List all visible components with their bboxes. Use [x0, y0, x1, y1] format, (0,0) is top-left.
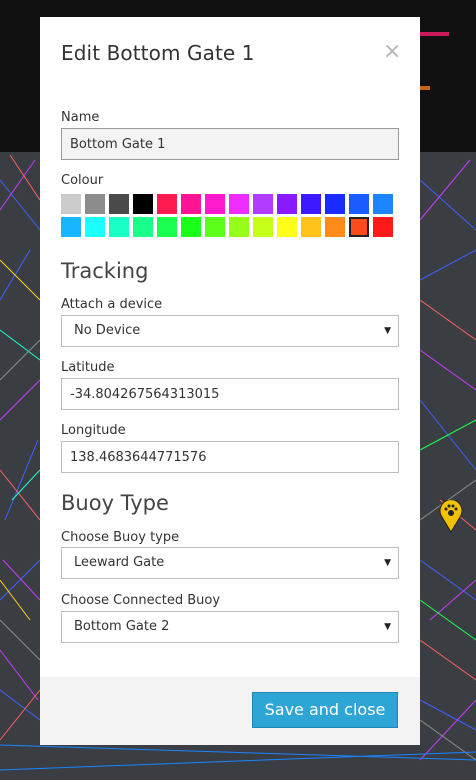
colour-swatch[interactable] [325, 194, 345, 214]
colour-swatch[interactable] [61, 217, 81, 237]
colour-swatch[interactable] [61, 194, 81, 214]
dialog-title: Edit Bottom Gate 1 [61, 41, 255, 65]
colour-swatch[interactable] [277, 194, 297, 214]
paw-marker-icon[interactable] [438, 500, 464, 534]
colour-swatch[interactable] [277, 217, 297, 237]
edit-buoy-dialog: Edit Bottom Gate 1 × Name Colour Trackin… [40, 17, 420, 745]
colour-swatch[interactable] [157, 194, 177, 214]
colour-swatch[interactable] [85, 194, 105, 214]
connected-buoy-label: Choose Connected Buoy [61, 593, 221, 608]
colour-swatch[interactable] [253, 217, 273, 237]
connected-buoy-select-value: Bottom Gate 2 [74, 619, 170, 634]
colour-swatch[interactable] [301, 194, 321, 214]
colour-swatch[interactable] [229, 217, 249, 237]
device-select-value: No Device [74, 323, 141, 338]
colour-swatch[interactable] [349, 194, 369, 214]
colour-swatch[interactable] [181, 194, 201, 214]
dialog-footer: Save and close [40, 677, 420, 745]
colour-swatch[interactable] [157, 217, 177, 237]
buoy-type-select-value: Leeward Gate [74, 555, 165, 570]
colour-swatch[interactable] [301, 217, 321, 237]
chevron-down-icon: ▼ [384, 622, 391, 632]
colour-swatch[interactable] [349, 217, 369, 237]
tracking-heading: Tracking [61, 259, 149, 283]
buoy-type-heading: Buoy Type [61, 491, 169, 515]
chevron-down-icon: ▼ [384, 326, 391, 336]
longitude-label: Longitude [61, 423, 126, 438]
name-field[interactable] [61, 128, 399, 160]
colour-swatch[interactable] [181, 217, 201, 237]
colour-swatch[interactable] [373, 217, 393, 237]
colour-swatch[interactable] [85, 217, 105, 237]
close-icon[interactable]: × [383, 41, 401, 63]
save-and-close-button[interactable]: Save and close [252, 692, 398, 728]
colour-label: Colour [61, 173, 104, 188]
colour-swatch[interactable] [205, 194, 225, 214]
device-label: Attach a device [61, 297, 163, 312]
latitude-label: Latitude [61, 360, 115, 375]
chevron-down-icon: ▼ [384, 558, 391, 568]
name-label: Name [61, 110, 100, 125]
colour-swatch[interactable] [205, 217, 225, 237]
colour-swatch[interactable] [253, 194, 273, 214]
colour-swatch[interactable] [109, 194, 129, 214]
buoy-type-select[interactable]: Leeward Gate ▼ [61, 547, 399, 579]
colour-swatch[interactable] [373, 194, 393, 214]
longitude-field[interactable] [61, 441, 399, 473]
colour-swatch[interactable] [133, 194, 153, 214]
latitude-field[interactable] [61, 378, 399, 410]
colour-swatch[interactable] [229, 194, 249, 214]
colour-swatch[interactable] [109, 217, 129, 237]
colour-swatch[interactable] [133, 217, 153, 237]
buoy-type-label: Choose Buoy type [61, 530, 180, 545]
device-select[interactable]: No Device ▼ [61, 315, 399, 347]
colour-swatch[interactable] [325, 217, 345, 237]
connected-buoy-select[interactable]: Bottom Gate 2 ▼ [61, 611, 399, 643]
